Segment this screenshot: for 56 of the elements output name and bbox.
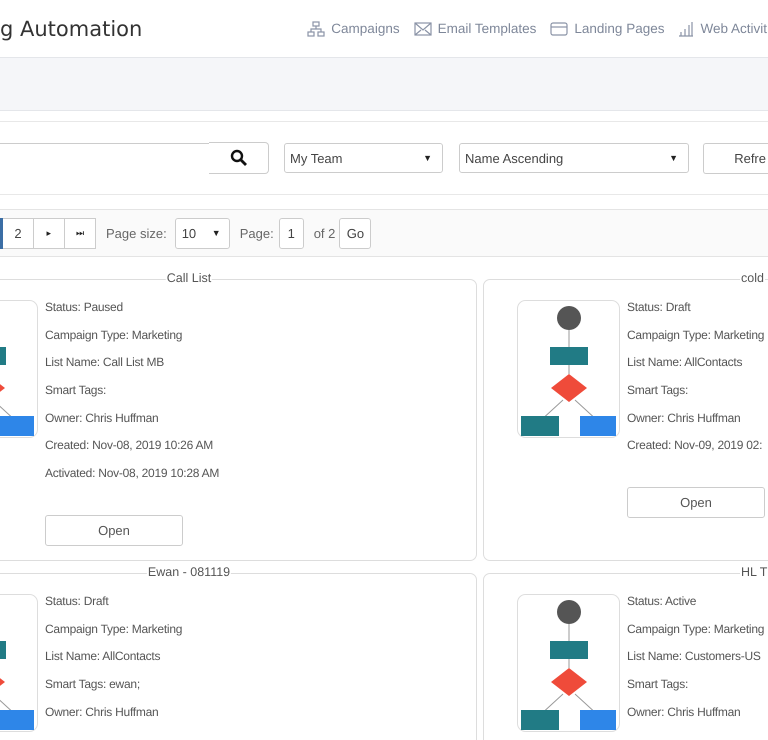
search-button[interactable]	[209, 142, 269, 174]
page-size-label: Page size:	[106, 226, 167, 240]
sort-dropdown[interactable]: Name Ascending ▼	[459, 143, 689, 173]
campaign-detail: Smart Tags:	[627, 383, 690, 400]
last-page-button[interactable]: ⏭	[65, 218, 96, 248]
nav-link[interactable]: Campaigns	[307, 20, 400, 36]
team-dropdown[interactable]: My Team ▼	[284, 143, 443, 173]
campaign-detail: Status: Active	[627, 594, 698, 610]
bar-chart-icon	[678, 20, 694, 36]
campaign-detail: Created: Nov-08, 2019 10:26 AM	[45, 438, 214, 454]
page-button[interactable]: 2	[3, 218, 34, 248]
page-size-dropdown[interactable]: 10 ▼	[174, 218, 230, 248]
card-title: HL T	[740, 565, 768, 579]
campaign-detail: List Name: AllContacts	[627, 355, 744, 372]
next-page-button[interactable]: ▸	[34, 218, 65, 248]
caret-icon: ▼	[669, 153, 678, 163]
campaign-detail: Activated: Nov-08, 2019 10:28 AM	[45, 466, 220, 482]
campaign-detail: Owner: Chris Huffman	[45, 410, 160, 427]
campaign-detail: List Name: AllContacts	[45, 649, 162, 666]
open-button[interactable]: Open	[45, 514, 183, 546]
browser-window-icon	[550, 22, 568, 36]
caret-icon: ▼	[423, 153, 432, 163]
campaign-detail: Smart Tags:	[45, 383, 108, 400]
page-title: g Automation	[0, 16, 142, 40]
campaign-detail: Status: Paused	[45, 300, 124, 316]
campaign-detail: Campaign Type: Marketing	[45, 622, 182, 638]
card-title: cold	[740, 271, 765, 285]
campaign-detail: Created: Nov-09, 2019 02:	[627, 438, 764, 454]
campaign-detail: Owner: Chris Huffman	[45, 704, 160, 721]
search-field[interactable]	[0, 143, 209, 173]
open-button[interactable]: Open	[627, 487, 765, 518]
campaign-detail: Owner: Chris Huffman	[627, 704, 742, 721]
page-number-field[interactable]: 1	[278, 218, 304, 248]
nav-link[interactable]: Email Templates	[414, 20, 536, 36]
campaign-detail: Owner: Chris Huffman	[627, 410, 742, 427]
card-title: Ewan - 081119	[146, 565, 232, 579]
go-button[interactable]: Go	[339, 218, 372, 248]
campaign-detail: List Name: Customers-US	[627, 649, 762, 666]
page-label: Page:	[240, 226, 274, 240]
refresh-button[interactable]: Refre	[703, 142, 768, 174]
caret-icon: ▼	[212, 228, 221, 238]
campaign-detail: Smart Tags: ewan;	[45, 677, 141, 694]
nav-link[interactable]: Landing Pages	[550, 20, 664, 36]
card-title: Call List	[166, 271, 212, 285]
campaign-detail: List Name: Call List MB	[45, 355, 165, 372]
page-count: of 2	[314, 226, 336, 240]
campaign-detail: Smart Tags:	[627, 677, 690, 694]
campaign-detail: Campaign Type: Marketing	[627, 622, 764, 638]
envelope-icon	[414, 22, 432, 36]
campaign-detail: Campaign Type: Marketing	[627, 328, 765, 344]
campaign-detail: Campaign Type: Marketing	[45, 328, 184, 344]
campaign-detail: Status: Draft	[627, 300, 692, 316]
nav-link[interactable]: Web Activit	[678, 20, 767, 36]
campaign-detail: Status: Draft	[45, 594, 110, 610]
hierarchy-icon	[307, 20, 326, 36]
search-icon	[230, 149, 248, 167]
